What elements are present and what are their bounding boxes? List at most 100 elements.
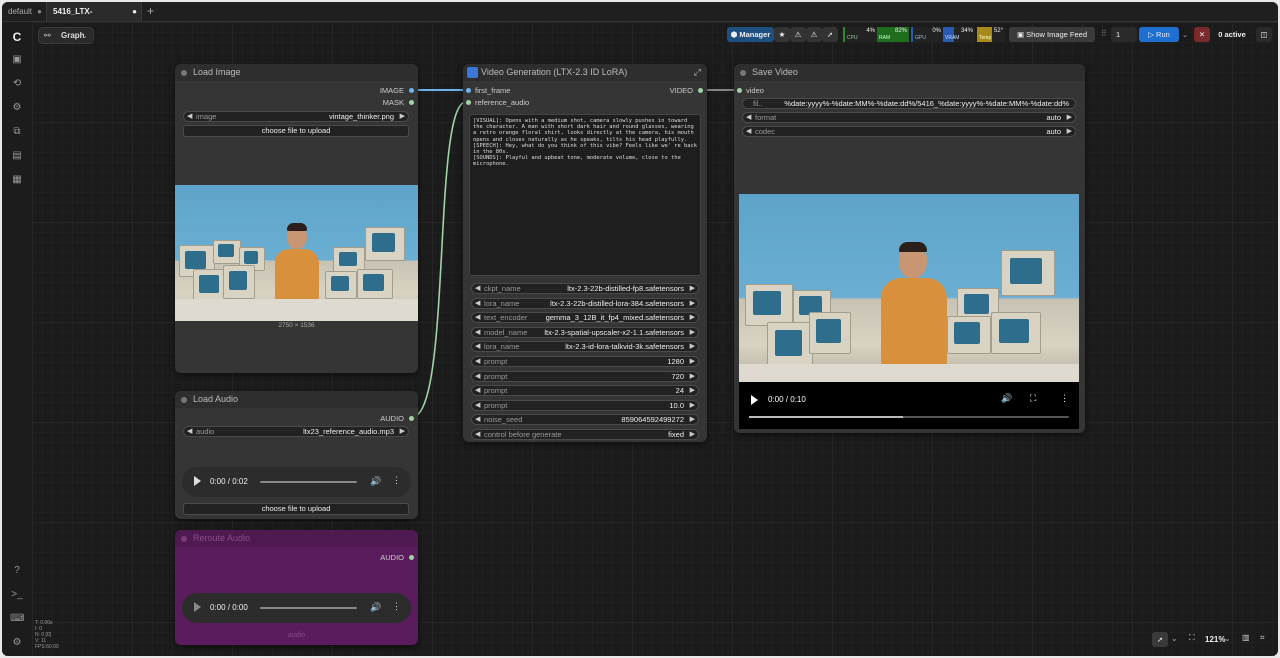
volume-icon[interactable]: 🔊	[370, 602, 381, 613]
video-gen-widget[interactable]: ◀ control before generate fixed ▶	[471, 429, 699, 440]
history-icon[interactable]: ⟲	[10, 77, 24, 91]
nodes-icon[interactable]: ⚙	[10, 101, 24, 115]
arrow-right-icon[interactable]: ▶	[690, 401, 695, 410]
tab-workflow[interactable]: 5416_LTX-2.3_id_lor... ●	[46, 2, 142, 35]
chevron-down-icon[interactable]: ⌄	[1224, 634, 1231, 643]
drag-handle-icon[interactable]: ⠿	[1101, 29, 1107, 38]
arrow-left-icon[interactable]: ◀	[475, 299, 480, 308]
export-button[interactable]: ➚	[822, 27, 838, 42]
arrow-left-icon[interactable]: ◀	[475, 430, 480, 439]
prompt-textarea[interactable]: [VISUAL]: Opens with a medium shot, came…	[469, 114, 701, 276]
run-options-button[interactable]: ⌄	[1179, 27, 1191, 42]
help-icon[interactable]: ?	[10, 564, 24, 578]
video-generation-node[interactable]: Video Generation (LTX-2.3 ID LoRA) ⤢ fir…	[463, 64, 707, 442]
settings-icon[interactable]: ⚙	[10, 636, 24, 650]
node-header[interactable]: Save Video	[734, 64, 1085, 81]
filename-prefix-field[interactable]: fil.. %date:yyyy%-%date:MM%-%date:dd%/54…	[742, 98, 1076, 109]
codec-combo[interactable]: ◀ codec auto ▶	[742, 126, 1076, 137]
video-gen-widget[interactable]: ◀ prompt 24 ▶	[471, 385, 699, 397]
arrow-right-icon[interactable]: ▶	[1067, 113, 1072, 122]
arrow-left-icon[interactable]: ◀	[746, 127, 751, 136]
upload-button[interactable]: choose file to upload	[183, 125, 409, 137]
image-feed-button[interactable]: ▣ Show Image Feed	[1009, 27, 1095, 42]
output-video-socket[interactable]	[698, 88, 703, 93]
active-queue-button[interactable]: 0 active	[1214, 27, 1250, 42]
audio-seek-bar[interactable]	[260, 607, 357, 609]
share-button[interactable]: ⚠	[790, 27, 806, 42]
manager-button[interactable]: ⬢ Manager	[727, 27, 774, 42]
arrow-right-icon[interactable]: ▶	[690, 299, 695, 308]
output-audio-socket[interactable]	[409, 555, 414, 560]
arrow-left-icon[interactable]: ◀	[475, 372, 480, 381]
node-header[interactable]: Video Generation (LTX-2.3 ID LoRA) ⤢	[463, 64, 707, 81]
play-icon[interactable]	[194, 476, 201, 486]
video-gen-widget[interactable]: ◀ noise_seed 859064592499272 ▶	[471, 414, 699, 426]
more-icon[interactable]: ⋮	[1060, 393, 1069, 404]
video-seek-bar[interactable]	[749, 416, 1069, 418]
arrow-left-icon[interactable]: ◀	[746, 113, 751, 122]
arrow-left-icon[interactable]: ◀	[475, 386, 480, 395]
output-mask-socket[interactable]	[409, 100, 414, 105]
output-image-socket[interactable]	[409, 88, 414, 93]
run-button[interactable]: ▷ Run	[1139, 27, 1179, 42]
arrow-right-icon[interactable]: ▶	[690, 342, 695, 351]
audio-seek-bar[interactable]	[260, 481, 357, 483]
upload-button[interactable]: choose file to upload	[183, 503, 409, 515]
more-icon[interactable]: ⋮	[392, 601, 401, 612]
video-gen-widget[interactable]: ◀ lora_name ltx-2.3-22b-distilled-lora-384…	[471, 297, 699, 309]
images-icon[interactable]: ▣	[10, 53, 24, 67]
models-icon[interactable]: ⧉	[10, 125, 24, 139]
zoom-level[interactable]: 121%	[1205, 635, 1225, 644]
logo-icon[interactable]: C	[10, 30, 24, 44]
arrow-right-icon[interactable]: ▶	[690, 415, 695, 424]
video-gen-widget[interactable]: ◀ ckpt_name ltx-2.3-22b-distilled-fp8.safe…	[471, 283, 699, 294]
arrow-right-icon[interactable]: ▶	[690, 430, 695, 439]
play-icon[interactable]	[751, 395, 758, 405]
chevron-down-icon[interactable]: ⌄	[1171, 634, 1178, 643]
input-first-frame-socket[interactable]	[466, 88, 471, 93]
volume-icon[interactable]: 🔊	[370, 476, 381, 487]
workflows-icon[interactable]: ▤	[10, 149, 24, 163]
arrow-left-icon[interactable]: ◀	[475, 342, 480, 351]
load-image-node[interactable]: Load Image IMAGE MASK ◀ image vintage_th…	[175, 64, 418, 373]
video-gen-widget[interactable]: ◀ text_encoder gemma_3_12B_it_fp4_mixed.sa…	[471, 312, 699, 324]
video-gen-widget[interactable]: ◀ lora_name ltx-2.3-id-lora-talkvid-3k.saf…	[471, 341, 699, 353]
arrow-right-icon[interactable]: ▶	[690, 313, 695, 322]
arrow-left-icon[interactable]: ◀	[475, 284, 480, 293]
node-header[interactable]: Reroute Audio	[175, 530, 418, 547]
minimap-icon[interactable]: ▥	[1242, 633, 1250, 642]
arrow-left-icon[interactable]: ◀	[475, 328, 480, 337]
graph-canvas[interactable]: Load Image IMAGE MASK ◀ image vintage_th…	[32, 22, 1278, 656]
users-button[interactable]: ⚠	[806, 27, 822, 42]
bypassed-audio-node[interactable]: Reroute Audio AUDIO 0:00 / 0:00 🔊 ⋮ audi…	[175, 530, 418, 645]
cancel-button[interactable]: ✕	[1194, 27, 1210, 42]
arrow-right-icon[interactable]: ▶	[690, 372, 695, 381]
arrow-left-icon[interactable]: ◀	[187, 112, 192, 121]
arrow-left-icon[interactable]: ◀	[475, 313, 480, 322]
fullscreen-icon[interactable]: ⛶	[1030, 393, 1036, 404]
input-video-socket[interactable]	[737, 88, 742, 93]
video-preview[interactable]	[739, 194, 1079, 382]
tab-default[interactable]: default ●	[2, 2, 46, 21]
arrow-right-icon[interactable]: ▶	[690, 357, 695, 366]
node-header[interactable]: Load Image	[175, 64, 418, 81]
audio-player[interactable]: 0:00 / 0:02 🔊 ⋮	[182, 467, 411, 497]
arrow-left-icon[interactable]: ◀	[475, 357, 480, 366]
terminal-icon[interactable]: >_	[10, 588, 24, 602]
save-video-node[interactable]: Save Video video fil.. %date:yyyy%-%date…	[734, 64, 1085, 433]
video-gen-widget[interactable]: ◀ prompt 1280 ▶	[471, 356, 699, 367]
audio-player[interactable]: 0:00 / 0:00 🔊 ⋮	[182, 593, 411, 623]
arrow-right-icon[interactable]: ▶	[400, 112, 405, 121]
new-tab-icon[interactable]: +	[147, 2, 154, 21]
keyboard-icon[interactable]: ⌨	[10, 612, 24, 626]
star-button[interactable]: ★	[774, 27, 790, 42]
arrow-left-icon[interactable]: ◀	[475, 401, 480, 410]
node-header[interactable]: Load Audio	[175, 391, 418, 408]
output-audio-socket[interactable]	[409, 416, 414, 421]
arrow-right-icon[interactable]: ▶	[400, 427, 405, 436]
graph-mode-button[interactable]: ⚯ Graph ⌄	[38, 27, 94, 44]
load-audio-node[interactable]: Load Audio AUDIO ◀ audio ltx23_reference…	[175, 391, 418, 519]
volume-icon[interactable]: 🔊	[1001, 393, 1012, 404]
link-visibility-icon[interactable]: ⌗	[1260, 633, 1265, 643]
video-gen-widget[interactable]: ◀ prompt 720 ▶	[471, 370, 699, 382]
